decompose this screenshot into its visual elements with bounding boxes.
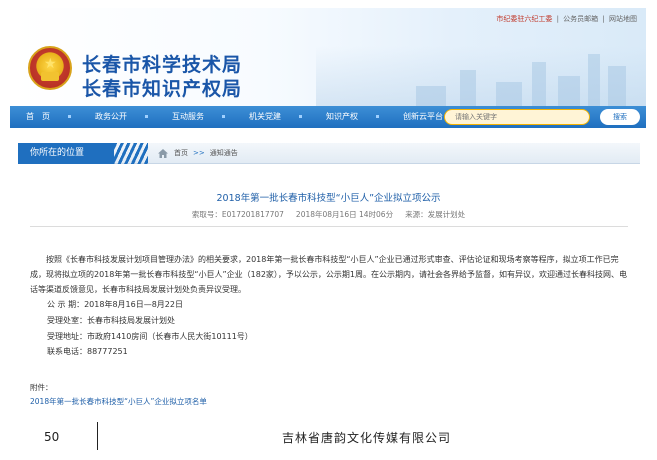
- handling-address: 受理地址：市政府1410房间（长春市人民大街10111号）: [47, 332, 253, 341]
- publicity-period: 公 示 期：2018年8月16日—8月22日: [47, 300, 183, 309]
- site-header: 市纪委驻六纪工委 | 公务员邮箱 | 网站地图 ★ 长春市科学技术局 长春市知识…: [10, 8, 646, 106]
- nav-item-home[interactable]: 首 页: [10, 106, 83, 128]
- contact-phone: 联系电话：88777251: [47, 347, 128, 356]
- main-nav: 首 页 政务公开 互动服务 机关党建 知识产权 创新云平台 搜索: [10, 106, 646, 128]
- nav-item-interactive[interactable]: 互动服务: [160, 106, 237, 128]
- top-link-sitemap[interactable]: 网站地图: [609, 15, 637, 23]
- site-title-line1: 长春市科学技术局: [82, 54, 243, 76]
- article-body: 按照《长春市科技发展计划项目管理办法》的相关要求，2018年第一批长春市科技型“…: [30, 252, 630, 297]
- handling-office: 受理处室：长春市科技局发展计划处: [47, 316, 175, 325]
- article-paragraph: 按照《长春市科技发展计划项目管理办法》的相关要求，2018年第一批长春市科技型“…: [30, 255, 628, 294]
- top-link-mailbox[interactable]: 公务员邮箱: [563, 15, 598, 23]
- location-stripes: [114, 143, 148, 164]
- breadcrumb-home[interactable]: 首页: [174, 149, 188, 157]
- article-serial: 索取号：E017201817707: [191, 210, 284, 219]
- attachment-label: 附件：: [30, 383, 53, 392]
- search-button[interactable]: 搜索: [600, 109, 640, 125]
- skyline-building: [496, 82, 522, 106]
- page-number: 50: [44, 430, 60, 444]
- article-source: 来源：发展计划处: [405, 210, 466, 219]
- article-date: 2018年08月16日 14时06分: [295, 210, 394, 219]
- top-links: 市纪委驻六纪工委 | 公务员邮箱 | 网站地图: [496, 15, 637, 23]
- skyline-building: [558, 76, 580, 106]
- search-box: [444, 109, 590, 125]
- divider: [30, 226, 628, 227]
- article-title: 2018年第一批长春市科技型“小巨人”企业拟立项公示: [216, 193, 441, 204]
- location-label: 你所在的位置: [18, 143, 114, 164]
- skyline-building: [608, 66, 626, 106]
- skyline-building: [416, 86, 446, 106]
- nav-item-gov-affairs[interactable]: 政务公开: [83, 106, 160, 128]
- footer-company: 吉林省唐韵文化传媒有限公司: [282, 431, 452, 445]
- national-emblem-icon: ★: [28, 46, 72, 90]
- skyline-building: [460, 70, 476, 106]
- search-input[interactable]: [445, 110, 589, 124]
- nav-item-ip[interactable]: 知识产权: [314, 106, 391, 128]
- nav-item-party[interactable]: 机关党建: [237, 106, 314, 128]
- home-icon: [158, 149, 168, 158]
- skyline-building: [532, 62, 546, 106]
- footer-divider: [97, 422, 98, 450]
- breadcrumb-current[interactable]: 通知通告: [210, 149, 238, 157]
- article-meta: 索取号：E017201817707 2018年08月16日 14时06分 来源：发展…: [0, 209, 657, 220]
- attachment-link[interactable]: 2018年第一批长春市科技型“小巨人”企业拟立项名单: [30, 396, 207, 407]
- breadcrumb: 首页 >> 通知通告: [174, 143, 238, 164]
- skyline-building: [588, 54, 600, 106]
- top-link-discipline[interactable]: 市纪委驻六纪工委: [496, 15, 552, 23]
- site-title-line2: 长春市知识产权局: [82, 78, 243, 100]
- breadcrumb-separator: >>: [193, 149, 205, 157]
- location-bar: 你所在的位置 首页 >> 通知通告: [18, 143, 640, 164]
